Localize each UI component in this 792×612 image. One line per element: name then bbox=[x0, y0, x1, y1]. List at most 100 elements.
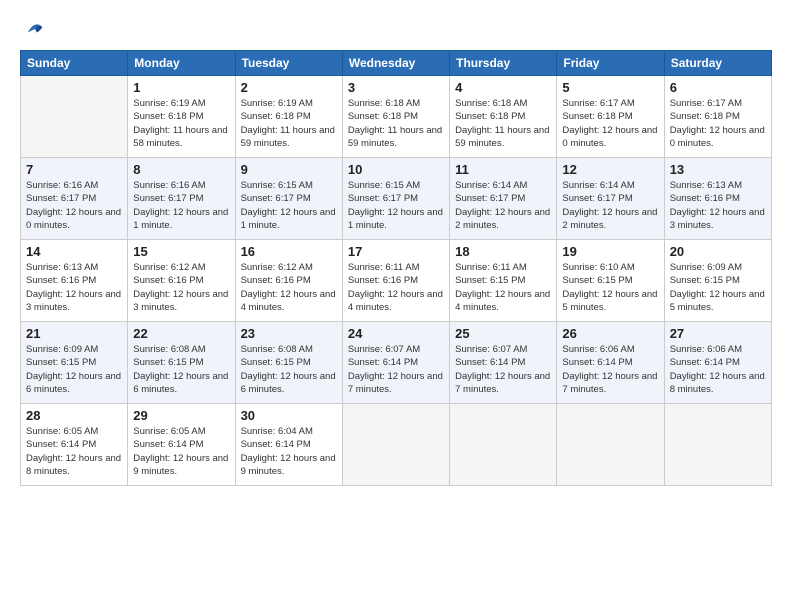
calendar-cell: 7 Sunrise: 6:16 AMSunset: 6:17 PMDaylight… bbox=[21, 158, 128, 240]
day-number: 30 bbox=[241, 408, 337, 423]
calendar-cell: 26Sunrise: 6:06 AMSunset: 6:14 PMDayligh… bbox=[557, 322, 664, 404]
day-info: Sunrise: 6:12 AMSunset: 6:16 PMDaylight:… bbox=[241, 261, 337, 314]
weekday-header-wednesday: Wednesday bbox=[342, 51, 449, 76]
calendar-cell: 19Sunrise: 6:10 AMSunset: 6:15 PMDayligh… bbox=[557, 240, 664, 322]
calendar-cell: 4 Sunrise: 6:18 AMSunset: 6:18 PMDaylight… bbox=[450, 76, 557, 158]
calendar-week-row: 1 Sunrise: 6:19 AMSunset: 6:18 PMDaylight… bbox=[21, 76, 772, 158]
calendar-cell: 22 Sunrise: 6:08 AMSunset: 6:15 PMDayligh… bbox=[128, 322, 235, 404]
day-number: 20 bbox=[670, 244, 766, 259]
day-info: Sunrise: 6:06 AMSunset: 6:14 PMDaylight:… bbox=[562, 343, 658, 396]
calendar-table: SundayMondayTuesdayWednesdayThursdayFrid… bbox=[20, 50, 772, 486]
day-info: Sunrise: 6:07 AMSunset: 6:14 PMDaylight:… bbox=[348, 343, 444, 396]
day-info: Sunrise: 6:18 AMSunset: 6:18 PMDaylight:… bbox=[348, 97, 444, 150]
day-info: Sunrise: 6:11 AMSunset: 6:15 PMDaylight:… bbox=[455, 261, 551, 314]
header bbox=[20, 16, 772, 38]
day-info: Sunrise: 6:09 AMSunset: 6:15 PMDaylight:… bbox=[670, 261, 766, 314]
day-info: Sunrise: 6:19 AMSunset: 6:18 PMDaylight:… bbox=[241, 97, 337, 150]
day-info: Sunrise: 6:04 AMSunset: 6:14 PMDaylight:… bbox=[241, 425, 337, 478]
day-info: Sunrise: 6:17 AMSunset: 6:18 PMDaylight:… bbox=[562, 97, 658, 150]
day-number: 21 bbox=[26, 326, 122, 341]
calendar-cell: 27 Sunrise: 6:06 AMSunset: 6:14 PMDayligh… bbox=[664, 322, 771, 404]
weekday-header-thursday: Thursday bbox=[450, 51, 557, 76]
day-number: 27 bbox=[670, 326, 766, 341]
calendar-cell: 21 Sunrise: 6:09 AMSunset: 6:15 PMDayligh… bbox=[21, 322, 128, 404]
logo-icon bbox=[24, 16, 46, 38]
calendar-cell: 11Sunrise: 6:14 AMSunset: 6:17 PMDayligh… bbox=[450, 158, 557, 240]
day-number: 14 bbox=[26, 244, 122, 259]
day-number: 6 bbox=[670, 80, 766, 95]
weekday-header-saturday: Saturday bbox=[664, 51, 771, 76]
day-number: 1 bbox=[133, 80, 229, 95]
day-number: 23 bbox=[241, 326, 337, 341]
day-number: 2 bbox=[241, 80, 337, 95]
calendar-cell: 29 Sunrise: 6:05 AMSunset: 6:14 PMDayligh… bbox=[128, 404, 235, 486]
day-info: Sunrise: 6:09 AMSunset: 6:15 PMDaylight:… bbox=[26, 343, 122, 396]
day-number: 29 bbox=[133, 408, 229, 423]
weekday-header-monday: Monday bbox=[128, 51, 235, 76]
calendar-cell: 8 Sunrise: 6:16 AMSunset: 6:17 PMDaylight… bbox=[128, 158, 235, 240]
day-number: 3 bbox=[348, 80, 444, 95]
day-info: Sunrise: 6:08 AMSunset: 6:15 PMDaylight:… bbox=[241, 343, 337, 396]
calendar-cell: 23 Sunrise: 6:08 AMSunset: 6:15 PMDayligh… bbox=[235, 322, 342, 404]
day-info: Sunrise: 6:14 AMSunset: 6:17 PMDaylight:… bbox=[562, 179, 658, 232]
calendar-cell: 15Sunrise: 6:12 AMSunset: 6:16 PMDayligh… bbox=[128, 240, 235, 322]
calendar-cell: 3 Sunrise: 6:18 AMSunset: 6:18 PMDaylight… bbox=[342, 76, 449, 158]
calendar-cell: 28 Sunrise: 6:05 AMSunset: 6:14 PMDayligh… bbox=[21, 404, 128, 486]
calendar-cell: 2 Sunrise: 6:19 AMSunset: 6:18 PMDaylight… bbox=[235, 76, 342, 158]
day-number: 4 bbox=[455, 80, 551, 95]
day-number: 7 bbox=[26, 162, 122, 177]
day-number: 19 bbox=[562, 244, 658, 259]
calendar-cell bbox=[342, 404, 449, 486]
calendar-cell: 5 Sunrise: 6:17 AMSunset: 6:18 PMDaylight… bbox=[557, 76, 664, 158]
calendar-cell bbox=[450, 404, 557, 486]
calendar-cell: 13 Sunrise: 6:13 AMSunset: 6:16 PMDayligh… bbox=[664, 158, 771, 240]
day-number: 12 bbox=[562, 162, 658, 177]
day-info: Sunrise: 6:12 AMSunset: 6:16 PMDaylight:… bbox=[133, 261, 229, 314]
calendar-week-row: 28 Sunrise: 6:05 AMSunset: 6:14 PMDayligh… bbox=[21, 404, 772, 486]
day-info: Sunrise: 6:11 AMSunset: 6:16 PMDaylight:… bbox=[348, 261, 444, 314]
calendar-cell: 6 Sunrise: 6:17 AMSunset: 6:18 PMDaylight… bbox=[664, 76, 771, 158]
day-number: 18 bbox=[455, 244, 551, 259]
day-info: Sunrise: 6:17 AMSunset: 6:18 PMDaylight:… bbox=[670, 97, 766, 150]
calendar-cell: 14Sunrise: 6:13 AMSunset: 6:16 PMDayligh… bbox=[21, 240, 128, 322]
day-number: 17 bbox=[348, 244, 444, 259]
calendar-week-row: 21 Sunrise: 6:09 AMSunset: 6:15 PMDayligh… bbox=[21, 322, 772, 404]
calendar-cell: 16 Sunrise: 6:12 AMSunset: 6:16 PMDayligh… bbox=[235, 240, 342, 322]
day-number: 5 bbox=[562, 80, 658, 95]
calendar-cell bbox=[557, 404, 664, 486]
day-info: Sunrise: 6:06 AMSunset: 6:14 PMDaylight:… bbox=[670, 343, 766, 396]
day-info: Sunrise: 6:15 AMSunset: 6:17 PMDaylight:… bbox=[241, 179, 337, 232]
calendar-cell: 20 Sunrise: 6:09 AMSunset: 6:15 PMDayligh… bbox=[664, 240, 771, 322]
page: SundayMondayTuesdayWednesdayThursdayFrid… bbox=[0, 0, 792, 612]
calendar-cell: 25 Sunrise: 6:07 AMSunset: 6:14 PMDayligh… bbox=[450, 322, 557, 404]
day-info: Sunrise: 6:14 AMSunset: 6:17 PMDaylight:… bbox=[455, 179, 551, 232]
day-info: Sunrise: 6:16 AMSunset: 6:17 PMDaylight:… bbox=[26, 179, 122, 232]
calendar-cell: 18 Sunrise: 6:11 AMSunset: 6:15 PMDayligh… bbox=[450, 240, 557, 322]
day-number: 16 bbox=[241, 244, 337, 259]
calendar-cell: 9 Sunrise: 6:15 AMSunset: 6:17 PMDaylight… bbox=[235, 158, 342, 240]
day-number: 13 bbox=[670, 162, 766, 177]
weekday-header-friday: Friday bbox=[557, 51, 664, 76]
day-number: 22 bbox=[133, 326, 229, 341]
calendar-cell bbox=[664, 404, 771, 486]
day-number: 8 bbox=[133, 162, 229, 177]
day-info: Sunrise: 6:18 AMSunset: 6:18 PMDaylight:… bbox=[455, 97, 551, 150]
day-number: 25 bbox=[455, 326, 551, 341]
calendar-week-row: 7 Sunrise: 6:16 AMSunset: 6:17 PMDaylight… bbox=[21, 158, 772, 240]
day-info: Sunrise: 6:15 AMSunset: 6:17 PMDaylight:… bbox=[348, 179, 444, 232]
calendar-cell bbox=[21, 76, 128, 158]
day-info: Sunrise: 6:07 AMSunset: 6:14 PMDaylight:… bbox=[455, 343, 551, 396]
weekday-header-tuesday: Tuesday bbox=[235, 51, 342, 76]
day-info: Sunrise: 6:05 AMSunset: 6:14 PMDaylight:… bbox=[26, 425, 122, 478]
day-number: 9 bbox=[241, 162, 337, 177]
day-info: Sunrise: 6:05 AMSunset: 6:14 PMDaylight:… bbox=[133, 425, 229, 478]
day-info: Sunrise: 6:16 AMSunset: 6:17 PMDaylight:… bbox=[133, 179, 229, 232]
day-info: Sunrise: 6:19 AMSunset: 6:18 PMDaylight:… bbox=[133, 97, 229, 150]
logo bbox=[20, 16, 46, 38]
day-info: Sunrise: 6:13 AMSunset: 6:16 PMDaylight:… bbox=[670, 179, 766, 232]
day-info: Sunrise: 6:08 AMSunset: 6:15 PMDaylight:… bbox=[133, 343, 229, 396]
day-number: 28 bbox=[26, 408, 122, 423]
day-number: 24 bbox=[348, 326, 444, 341]
calendar-cell: 12 Sunrise: 6:14 AMSunset: 6:17 PMDayligh… bbox=[557, 158, 664, 240]
weekday-header-sunday: Sunday bbox=[21, 51, 128, 76]
